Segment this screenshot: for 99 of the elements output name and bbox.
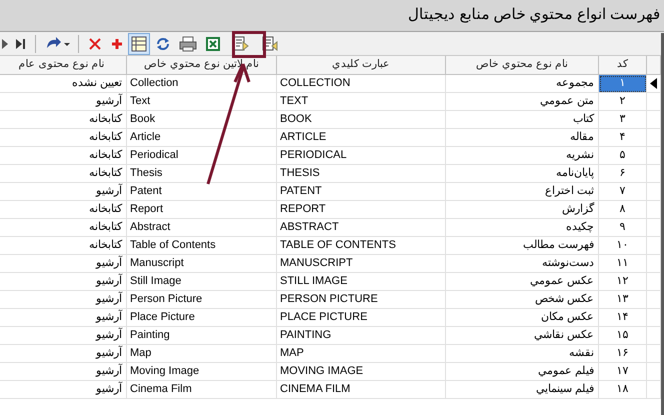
table-cell: نقشه <box>446 345 599 363</box>
window-title: فهرست انواع محتوي خاص منابع ديجيتال <box>408 5 660 25</box>
table-cell: پايان‌نامه <box>446 165 599 183</box>
table-cell: دست‌نوشته <box>446 255 599 273</box>
table-cell: آرشیو <box>0 273 127 291</box>
table-cell: ۱۷ <box>599 363 647 381</box>
table-cell: ۵ <box>599 147 647 165</box>
table-cell: THESIS <box>277 165 446 183</box>
table-cell: چکيده <box>446 219 599 237</box>
table-cell: فيلم عمومي <box>446 363 599 381</box>
table-cell: عکس عمومي <box>446 273 599 291</box>
table-cell: کتابخانه <box>0 237 127 255</box>
table-cell: REPORT <box>277 201 446 219</box>
table-cell: Map <box>127 345 277 363</box>
table-cell: ۹ <box>599 219 647 237</box>
table-cell: BOOK <box>277 111 446 129</box>
table-cell: کتابخانه <box>0 219 127 237</box>
table-cell: متن عمومي <box>446 93 599 111</box>
table-cell: فهرست مطالب <box>446 237 599 255</box>
table-cell: کتابخانه <box>0 147 127 165</box>
table-cell: Report <box>127 201 277 219</box>
table-cell: PERIODICAL <box>277 147 446 165</box>
table-cell: COLLECTION <box>277 75 446 93</box>
table-cell: مقاله <box>446 129 599 147</box>
table-cell: ۱۴ <box>599 309 647 327</box>
table-cell: TEXT <box>277 93 446 111</box>
table-cell: ۱۲ <box>599 273 647 291</box>
table-cell: Still Image <box>127 273 277 291</box>
column-header[interactable]: نام نوع محتوی عام <box>0 56 127 75</box>
table-cell: آرشیو <box>0 345 127 363</box>
table-cell: MAP <box>277 345 446 363</box>
table-cell: Book <box>127 111 277 129</box>
table-cell: ۱۸ <box>599 381 647 399</box>
table-cell: ۶ <box>599 165 647 183</box>
table-cell: Text <box>127 93 277 111</box>
table-cell: عکس نقاشي <box>446 327 599 345</box>
table-cell: MANUSCRIPT <box>277 255 446 273</box>
table-cell: Article <box>127 129 277 147</box>
table-cell: کتابخانه <box>0 111 127 129</box>
table-cell: ۱۳ <box>599 291 647 309</box>
table-cell: ۷ <box>599 183 647 201</box>
table-cell: Painting <box>127 327 277 345</box>
table-cell: آرشیو <box>0 363 127 381</box>
table-cell: MOVING IMAGE <box>277 363 446 381</box>
highlight-frame <box>232 31 266 58</box>
column-header[interactable]: کد <box>599 56 647 75</box>
table-cell: ۱۵ <box>599 327 647 345</box>
column-header[interactable]: نام نوع محتوي خاص <box>446 56 599 75</box>
table-cell: PERSON PICTURE <box>277 291 446 309</box>
table-cell: آرشیو <box>0 309 127 327</box>
column-header[interactable]: نام لاتین نوع محتوي خاص <box>127 56 277 75</box>
table-cell: STILL IMAGE <box>277 273 446 291</box>
table-cell: گزارش <box>446 201 599 219</box>
table-cell: Manuscript <box>127 255 277 273</box>
table-cell: Cinema Film <box>127 381 277 399</box>
table-cell: Thesis <box>127 165 277 183</box>
table-cell: ۱۶ <box>599 345 647 363</box>
table-cell: آرشیو <box>0 93 127 111</box>
table-cell: عکس مکان <box>446 309 599 327</box>
table-cell: مجموعه <box>446 75 599 93</box>
table-cell: Place Picture <box>127 309 277 327</box>
table-cell: Abstract <box>127 219 277 237</box>
table-cell: Moving Image <box>127 363 277 381</box>
table-cell: عکس شخص <box>446 291 599 309</box>
table-cell: نشريه <box>446 147 599 165</box>
table-cell: آرشیو <box>0 183 127 201</box>
table-cell: آرشیو <box>0 381 127 399</box>
table-cell: فيلم سينمايي <box>446 381 599 399</box>
table-cell: آرشیو <box>0 291 127 309</box>
table-cell: ۴ <box>599 129 647 147</box>
table-cell: ARTICLE <box>277 129 446 147</box>
table-cell: ۳ <box>599 111 647 129</box>
table-cell: کتابخانه <box>0 201 127 219</box>
table-cell: ۱۱ <box>599 255 647 273</box>
table-cell: Person Picture <box>127 291 277 309</box>
table-cell: Table of Contents <box>127 237 277 255</box>
table-cell: Periodical <box>127 147 277 165</box>
table-cell: PATENT <box>277 183 446 201</box>
table-cell: ۱ <box>599 75 647 93</box>
table-cell: ۲ <box>599 93 647 111</box>
table-cell: آرشیو <box>0 327 127 345</box>
table-cell: ۸ <box>599 201 647 219</box>
table-cell: ۱۰ <box>599 237 647 255</box>
table-cell: کتابخانه <box>0 165 127 183</box>
table-cell: کتابخانه <box>0 129 127 147</box>
table-cell: TABLE OF CONTENTS <box>277 237 446 255</box>
table-cell: ABSTRACT <box>277 219 446 237</box>
table-cell: کتاب <box>446 111 599 129</box>
table-cell: PLACE PICTURE <box>277 309 446 327</box>
table-cell: Collection <box>127 75 277 93</box>
row-pointer-icon <box>650 78 657 89</box>
table-cell: تعیین نشده <box>0 75 127 93</box>
table-cell: ثبت اختراع <box>446 183 599 201</box>
table-cell: Patent <box>127 183 277 201</box>
table-icon[interactable] <box>128 32 150 54</box>
table-cell: آرشیو <box>0 255 127 273</box>
table-cell: PAINTING <box>277 327 446 345</box>
table-cell: CINEMA FILM <box>277 381 446 399</box>
column-header[interactable]: عبارت کليدي <box>277 56 446 75</box>
